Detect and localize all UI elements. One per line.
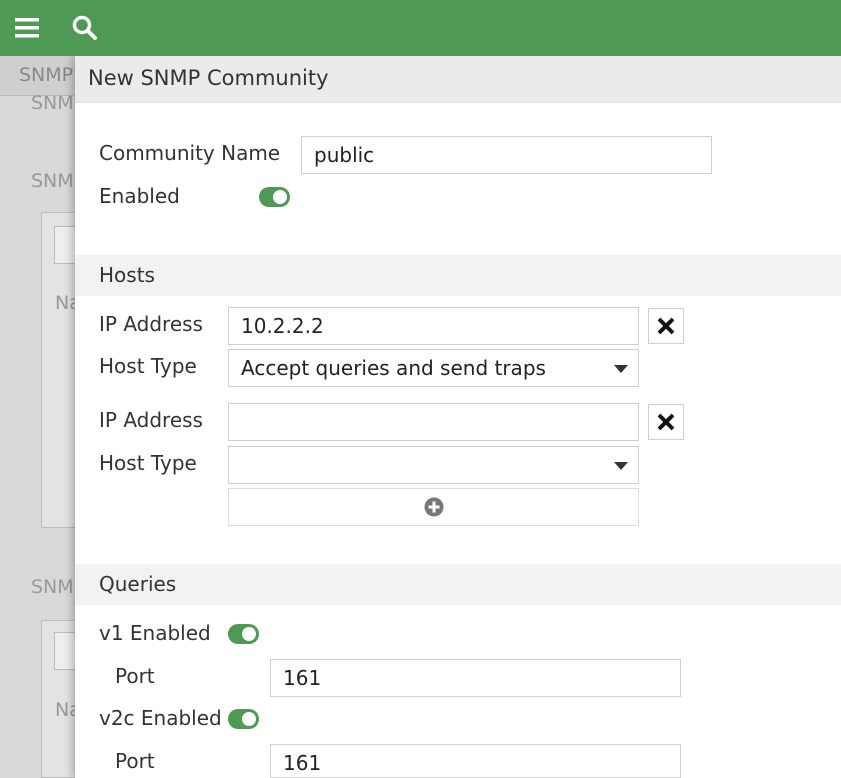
hamburger-menu-icon [15,18,39,38]
v1-enabled-label: v1 Enabled [99,621,211,645]
v2c-enabled-toggle[interactable] [228,709,259,729]
enabled-label: Enabled [99,184,180,208]
ip-address-label: IP Address [99,312,203,336]
enabled-toggle[interactable] [259,187,290,207]
chevron-down-icon [614,462,628,470]
search-icon [72,15,97,40]
hosts-section-header: Hosts [75,255,841,296]
new-snmp-community-panel: New SNMP Community Community Name public… [75,56,841,778]
close-x-icon [657,317,675,335]
search-button[interactable] [67,10,103,46]
queries-section-header: Queries [75,564,841,605]
close-x-icon [657,413,675,431]
chevron-down-icon [614,365,628,373]
add-host-button[interactable] [228,488,639,526]
v2c-enabled-label: v2c Enabled [99,706,222,730]
v1-enabled-toggle[interactable] [228,624,259,644]
ip-address-input[interactable] [228,403,639,441]
plus-circle-icon [424,497,443,517]
ip-address-label: IP Address [99,408,203,432]
panel-title: New SNMP Community [75,56,841,103]
hamburger-menu-button[interactable] [9,10,45,46]
ip-address-input[interactable]: 10.2.2.2 [228,307,639,345]
remove-host-button[interactable] [648,308,684,344]
host-type-label: Host Type [99,354,197,378]
host-type-label: Host Type [99,451,197,475]
toggle-knob [273,190,287,204]
v2c-port-label: Port [115,749,155,773]
toggle-knob [242,712,256,726]
community-name-input[interactable]: public [301,136,712,174]
bg-fragment: SNM [31,576,74,598]
host-type-value: Accept queries and send traps [241,356,546,380]
remove-host-button[interactable] [648,404,684,440]
v1-port-input[interactable]: 161 [270,659,681,697]
host-type-select[interactable] [228,446,639,484]
host-type-select[interactable]: Accept queries and send traps [228,349,639,387]
v1-port-label: Port [115,664,155,688]
top-nav-bar [0,0,841,56]
v2c-port-input[interactable]: 161 [270,744,681,778]
toggle-knob [242,627,256,641]
community-name-label: Community Name [99,141,281,165]
bg-fragment: SNM [31,92,74,114]
bg-fragment: SNM [31,170,74,192]
